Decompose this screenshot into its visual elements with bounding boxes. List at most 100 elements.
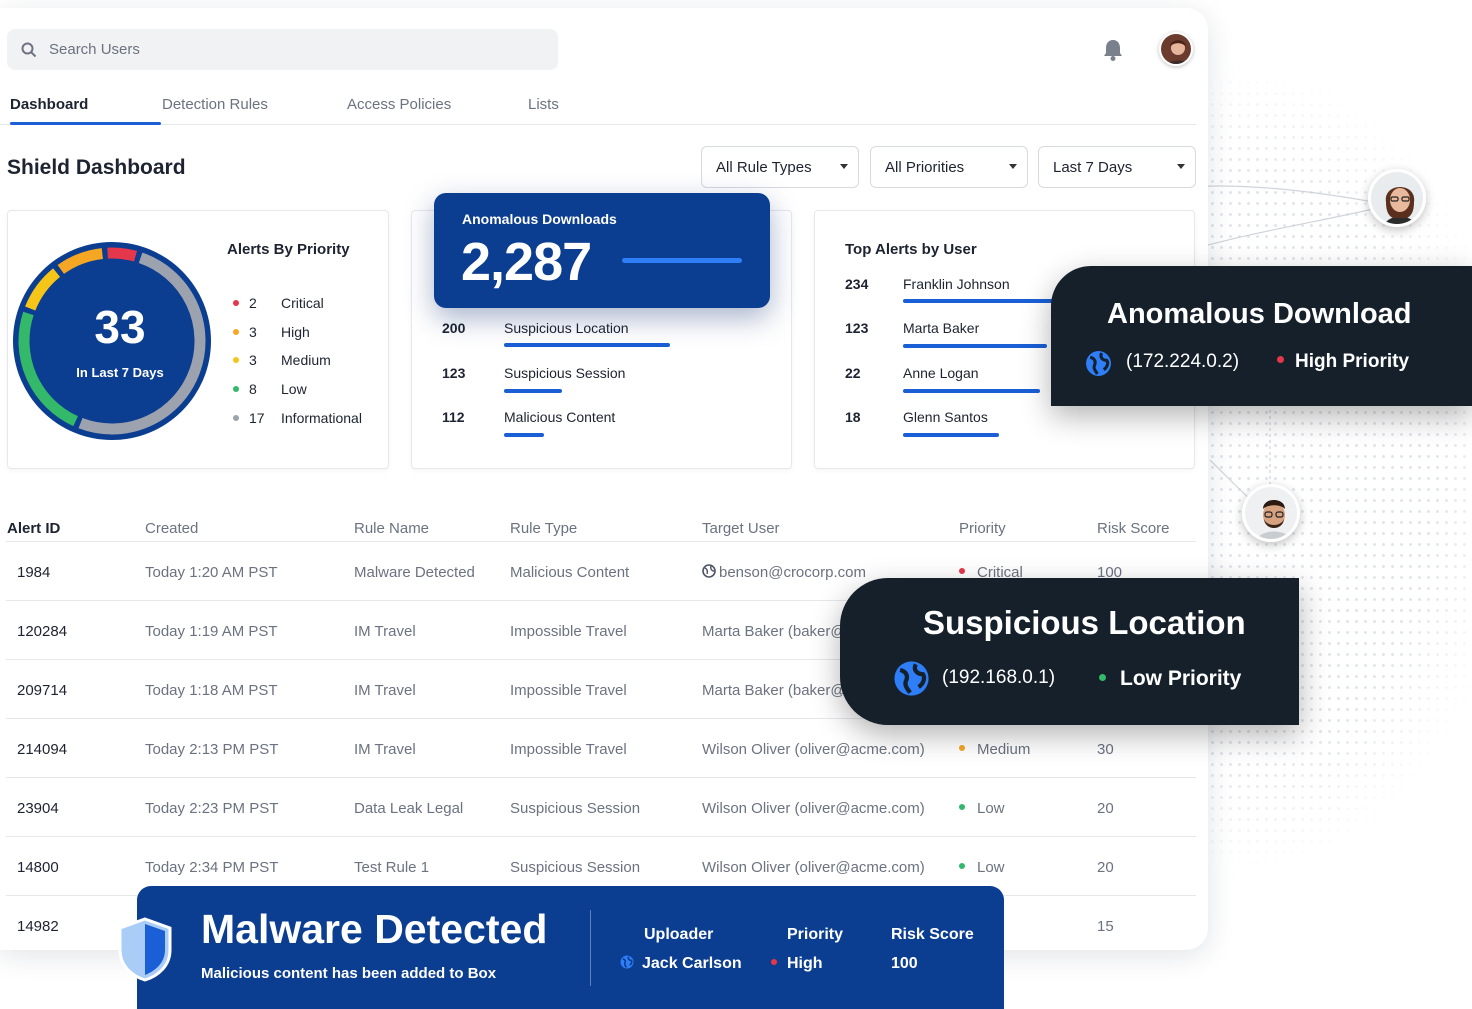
rule-type-cell: Impossible Travel bbox=[510, 741, 627, 758]
low-dot bbox=[233, 386, 239, 392]
high-dot bbox=[233, 329, 239, 335]
rule-type-cell: Malicious Content bbox=[510, 564, 630, 581]
anomalous-download-popup: Anomalous Download (172.224.0.2) High Pr… bbox=[1051, 266, 1472, 406]
anomalous-downloads-title: Anomalous Downloads bbox=[462, 211, 617, 227]
legend-label: Informational bbox=[281, 410, 362, 426]
uploader-name: Jack Carlson bbox=[642, 955, 742, 972]
user-alert-bar bbox=[903, 299, 1055, 303]
popup-title: Anomalous Download bbox=[1107, 298, 1412, 330]
rule-type-dropdown[interactable]: All Rule Types bbox=[701, 146, 859, 188]
user-alert-bar bbox=[903, 344, 1047, 348]
risk-score-cell: 30 bbox=[1097, 741, 1114, 758]
risk-score-cell: 20 bbox=[1097, 859, 1114, 876]
alert-id: 120284 bbox=[17, 623, 68, 640]
rule-type-cell: Suspicious Session bbox=[510, 800, 641, 817]
alert-id: 23904 bbox=[17, 800, 59, 817]
user-avatar[interactable] bbox=[1159, 32, 1193, 66]
priority-dot bbox=[959, 568, 965, 575]
globe-icon bbox=[1086, 351, 1111, 376]
popup-priority: High Priority bbox=[1277, 351, 1409, 373]
priority-dot bbox=[959, 863, 965, 870]
priority-text: High bbox=[787, 955, 823, 972]
priority-value: High bbox=[771, 955, 823, 973]
shield-icon bbox=[118, 917, 172, 982]
critical-dot bbox=[233, 300, 239, 306]
created-cell: Today 1:20 AM PST bbox=[145, 564, 278, 581]
priority-dot bbox=[959, 804, 965, 811]
row-count: 112 bbox=[442, 409, 465, 425]
row-count: 22 bbox=[845, 365, 861, 381]
uploader-value: Jack Carlson bbox=[620, 955, 742, 973]
target-user-cell: Wilson Oliver (oliver@acme.com) bbox=[702, 741, 925, 758]
search-icon bbox=[21, 42, 37, 57]
legend-label: Medium bbox=[281, 352, 331, 368]
rule-name-cell: Malware Detected bbox=[354, 564, 475, 581]
uploader-label: Uploader bbox=[644, 926, 714, 943]
legend-count: 17 bbox=[249, 410, 265, 426]
download-bar bbox=[504, 389, 562, 393]
legend-label: Low bbox=[281, 381, 307, 397]
column-header-risk-score[interactable]: Risk Score bbox=[1097, 520, 1170, 537]
globe-icon bbox=[702, 564, 716, 578]
column-header-rule-type[interactable]: Rule Type bbox=[510, 520, 577, 537]
priority-text: High Priority bbox=[1295, 351, 1410, 372]
priority-dropdown[interactable]: All Priorities bbox=[870, 146, 1028, 188]
legend-label: High bbox=[281, 324, 310, 340]
row-label: Malicious Content bbox=[504, 409, 616, 425]
download-bar bbox=[504, 343, 670, 347]
row-label: Franklin Johnson bbox=[903, 276, 1010, 292]
target-user-email: benson@crocorp.com bbox=[719, 564, 866, 581]
table-row[interactable]: 214094 Today 2:13 PM PST IM Travel Impos… bbox=[6, 718, 1196, 777]
priority-value: All Priorities bbox=[885, 158, 965, 176]
user-alert-bar bbox=[903, 433, 999, 437]
globe-icon bbox=[620, 955, 634, 969]
priority-dot bbox=[1099, 673, 1106, 681]
row-count: 200 bbox=[442, 320, 466, 336]
column-header-created[interactable]: Created bbox=[145, 520, 198, 537]
row-count: 18 bbox=[845, 409, 861, 425]
tab-dashboard[interactable]: Dashboard bbox=[10, 96, 88, 113]
created-cell: Today 2:34 PM PST bbox=[145, 859, 279, 876]
column-header-priority[interactable]: Priority bbox=[959, 520, 1006, 537]
rule-name-cell: Data Leak Legal bbox=[354, 800, 464, 817]
sparkline-bar bbox=[622, 258, 742, 263]
table-row[interactable]: 23904 Today 2:23 PM PST Data Leak Legal … bbox=[6, 777, 1196, 836]
medium-dot bbox=[233, 357, 239, 363]
column-header-target-user[interactable]: Target User bbox=[702, 520, 780, 537]
tab-detection-rules[interactable]: Detection Rules bbox=[162, 96, 268, 113]
globe-icon bbox=[894, 661, 929, 696]
column-header-rule-name[interactable]: Rule Name bbox=[354, 520, 429, 537]
active-tab-indicator bbox=[10, 122, 161, 125]
tab-access-policies[interactable]: Access Policies bbox=[347, 96, 451, 113]
banner-divider bbox=[590, 910, 591, 986]
risk-score-value: 100 bbox=[891, 955, 918, 972]
row-label: Anne Logan bbox=[903, 365, 979, 381]
tab-lists[interactable]: Lists bbox=[528, 96, 559, 113]
legend-count: 2 bbox=[249, 295, 257, 311]
informational-dot bbox=[233, 415, 239, 421]
date-range-dropdown[interactable]: Last 7 Days bbox=[1038, 146, 1196, 188]
column-header-alert-id[interactable]: Alert ID bbox=[7, 520, 60, 537]
alert-id: 214094 bbox=[17, 741, 68, 758]
priority-cell: Low bbox=[959, 800, 1005, 817]
chevron-down-icon bbox=[1177, 164, 1185, 169]
search-placeholder: Search Users bbox=[49, 41, 140, 58]
chevron-down-icon bbox=[840, 164, 848, 169]
alert-total: 33 bbox=[94, 301, 146, 353]
download-bar bbox=[504, 433, 544, 437]
banner-subtitle: Malicious content has been added to Box bbox=[201, 965, 497, 982]
donut-center: 33 In Last 7 Days bbox=[40, 270, 200, 430]
rule-type-cell: Impossible Travel bbox=[510, 623, 627, 640]
search-input[interactable]: Search Users bbox=[7, 29, 558, 70]
alert-total-label: In Last 7 Days bbox=[76, 365, 164, 380]
donut-segment-critical bbox=[107, 247, 138, 262]
target-user-cell: Wilson Oliver (oliver@acme.com) bbox=[702, 800, 925, 817]
rule-type-value: All Rule Types bbox=[716, 158, 812, 176]
notification-bell-icon[interactable] bbox=[1102, 38, 1124, 62]
target-user-cell: Marta Baker (baker@a bbox=[702, 682, 854, 699]
rule-type-cell: Impossible Travel bbox=[510, 682, 627, 699]
popup-ip: (192.168.0.1) bbox=[942, 667, 1056, 688]
woman-avatar bbox=[1368, 169, 1426, 227]
priority-label: Priority bbox=[787, 926, 844, 943]
target-user-cell: Marta Baker (baker@ bbox=[702, 623, 846, 640]
